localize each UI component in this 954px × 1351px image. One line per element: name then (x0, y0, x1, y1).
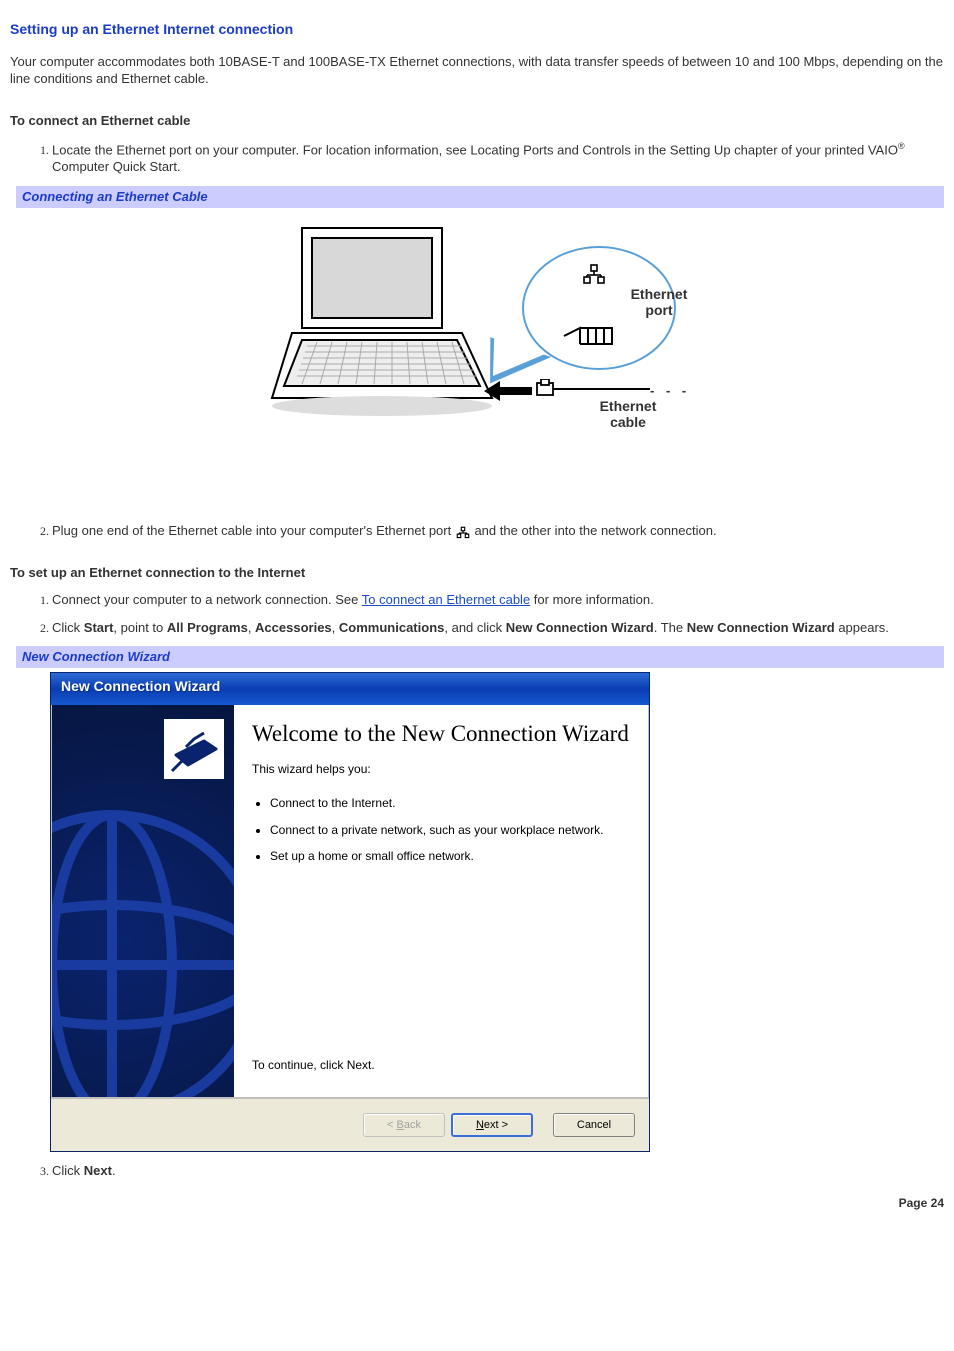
wizard-bullet-item: Connect to a private network, such as yo… (270, 822, 630, 838)
section-heading-connect-cable: To connect an Ethernet cable (10, 112, 944, 130)
ethernet-port-icon (580, 262, 608, 290)
page-number: Page 24 (10, 1195, 944, 1211)
wizard-welcome-heading: Welcome to the New Connection Wizard (252, 721, 630, 747)
ellipsis-icon: - - - (650, 382, 690, 400)
ethernet-port-label: Ethernet port (624, 286, 694, 318)
wizard-window: New Connection Wizard (50, 672, 650, 1152)
wizard-bullet-list: Connect to the Internet. Connect to a pr… (252, 789, 630, 874)
arrow-icon (560, 324, 620, 348)
next-button[interactable]: Next > (451, 1113, 533, 1137)
wizard-continue-text: To continue, click Next. (252, 1047, 630, 1087)
cable-line (560, 387, 650, 391)
wizard-helps-text: This wizard helps you: (252, 761, 630, 777)
arrow-left-icon (484, 381, 532, 401)
ethernet-diagram: Ethernet port - - - Ethernet cable (10, 218, 944, 483)
laptop-icon (262, 218, 502, 438)
ethernet-plug-icon (535, 379, 561, 399)
ethernet-cable-label: Ethernet cable (588, 398, 668, 430)
step-connect-network: Connect your computer to a network conne… (52, 591, 944, 609)
step-open-wizard: Click Start, point to All Programs, Acce… (52, 619, 944, 637)
modem-icon (164, 719, 224, 779)
intro-paragraph: Your computer accommodates both 10BASE-T… (10, 53, 944, 88)
figure-caption-wizard: New Connection Wizard (10, 646, 944, 668)
wizard-bullet-item: Set up a home or small office network. (270, 848, 630, 864)
cancel-button[interactable]: Cancel (553, 1113, 635, 1137)
wizard-side-graphic (52, 705, 234, 1097)
ethernet-port-inline-icon (455, 525, 471, 539)
step-click-next: Click Next. (52, 1162, 944, 1180)
wizard-bullet-item: Connect to the Internet. (270, 795, 630, 811)
wizard-titlebar: New Connection Wizard (51, 673, 649, 705)
page-title: Setting up an Ethernet Internet connecti… (10, 20, 944, 39)
step-locate-port: Locate the Ethernet port on your compute… (52, 140, 944, 176)
section-heading-setup-connection: To set up an Ethernet connection to the … (10, 564, 944, 582)
back-button: < Back (363, 1113, 445, 1137)
figure-caption-ethernet-cable: Connecting an Ethernet Cable (10, 186, 944, 208)
wizard-button-bar: < BackNext > Cancel (51, 1098, 649, 1151)
link-connect-ethernet-cable[interactable]: To connect an Ethernet cable (362, 592, 530, 607)
step-plug-cable: Plug one end of the Ethernet cable into … (52, 522, 944, 540)
